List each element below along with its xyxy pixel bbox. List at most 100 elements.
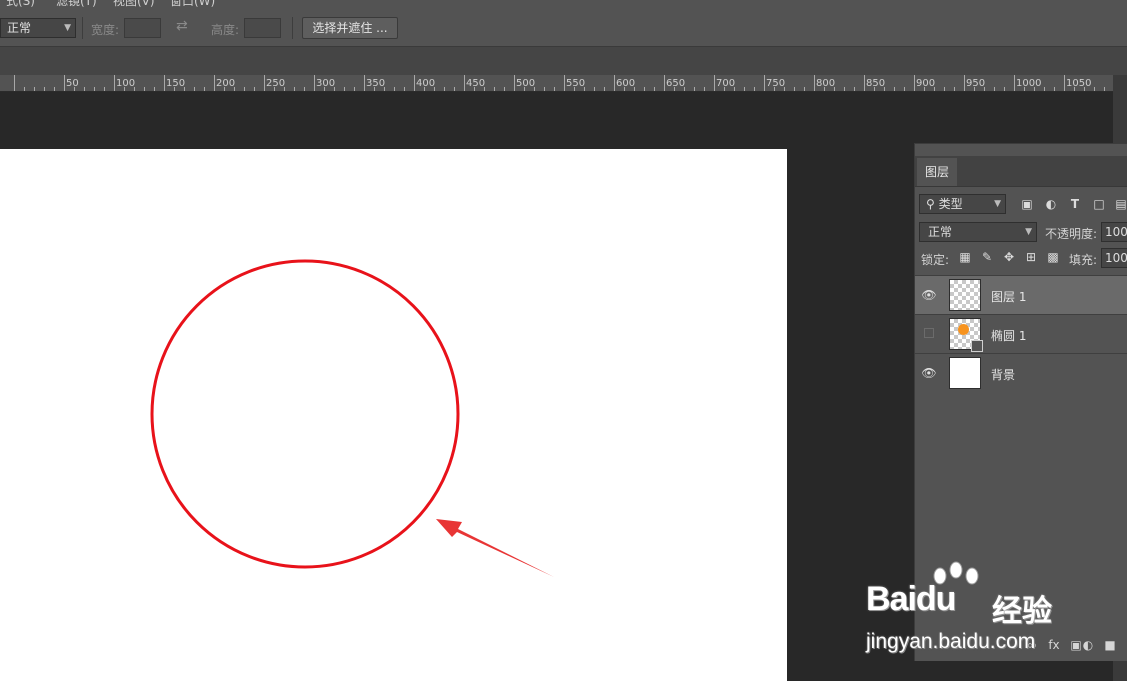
ruler-tick <box>614 75 615 91</box>
ruler-label: 250 <box>266 78 286 89</box>
ruler-tick <box>664 75 665 91</box>
ruler-label: 750 <box>766 78 786 89</box>
ruler-label: 1050 <box>1066 78 1092 89</box>
ruler-label: 400 <box>416 78 436 89</box>
ruler-label: 650 <box>666 78 686 89</box>
smart-object-filter-icon[interactable]: ▤ <box>1113 196 1127 212</box>
lock-artboard-icon[interactable]: ⊞ <box>1024 250 1038 264</box>
layer-row-background[interactable]: 👁 背景 <box>915 353 1127 392</box>
visibility-toggle-off[interactable] <box>924 328 934 338</box>
menu-item-filter[interactable]: 滤镜(T) <box>56 0 97 9</box>
ruler-tick <box>764 75 765 91</box>
divider <box>292 17 293 39</box>
filter-kind-select[interactable]: ⚲ 类型 ▼ <box>919 194 1006 214</box>
layer-name[interactable]: 椭圆 1 <box>991 327 1026 344</box>
jingyan-text: 经验 <box>992 594 1052 629</box>
menu-item-view[interactable]: 视图(V) <box>113 0 155 9</box>
layer-row-ellipse1[interactable]: 椭圆 1 <box>915 314 1127 353</box>
ruler-label: 150 <box>166 78 186 89</box>
layer-row-layer1[interactable]: 👁 图层 1 <box>915 275 1127 314</box>
ruler-tick <box>14 75 15 91</box>
ruler-tick <box>314 75 315 91</box>
ruler-label: 550 <box>566 78 586 89</box>
adjustment-layer-icon[interactable]: ◐ <box>1081 638 1095 652</box>
ruler-tick <box>894 87 895 91</box>
fill-input[interactable]: 100% <box>1101 248 1127 268</box>
ruler-tick <box>994 87 995 91</box>
ruler-tick <box>904 87 905 91</box>
ruler-tick <box>714 75 715 91</box>
shape-layer-icon <box>971 340 983 352</box>
layer-thumbnail <box>949 357 981 389</box>
ruler-tick <box>854 87 855 91</box>
layers-list: 👁 图层 1 椭圆 1 👁 背景 <box>915 275 1127 392</box>
new-group-icon[interactable]: ■ <box>1103 638 1117 652</box>
swap-icon[interactable]: ⇄ <box>176 18 188 34</box>
eye-icon[interactable]: 👁 <box>921 365 937 381</box>
ruler-tick <box>194 87 195 91</box>
height-input[interactable] <box>244 18 281 38</box>
ruler-tick <box>464 75 465 91</box>
ruler-tick <box>1094 87 1095 91</box>
layer-name[interactable]: 背景 <box>991 366 1015 383</box>
orange-circle-icon <box>958 324 969 335</box>
ruler-tick <box>254 87 255 91</box>
ruler-label: 950 <box>966 78 986 89</box>
blend-mode-select[interactable]: 正常 ▼ <box>919 222 1037 242</box>
ruler-label: 300 <box>316 78 336 89</box>
lock-transparent-icon[interactable]: ▦ <box>958 250 972 264</box>
eye-icon[interactable]: 👁 <box>921 287 937 303</box>
opacity-label: 不透明度: <box>1045 227 1098 241</box>
ruler-tick <box>594 87 595 91</box>
ruler-tick <box>544 87 545 91</box>
adjustment-filter-icon[interactable]: ◐ <box>1043 196 1059 212</box>
watermark-url: jingyan.baidu.com <box>866 630 1036 653</box>
lock-image-brush-icon[interactable]: ✎ <box>980 250 994 264</box>
ruler-tick <box>794 87 795 91</box>
ruler-tick <box>514 75 515 91</box>
tab-layers[interactable]: 图层 <box>917 158 957 186</box>
ruler-tick <box>114 75 115 91</box>
layer-thumbnail <box>949 318 983 352</box>
ruler-tick <box>504 87 505 91</box>
ruler-tick <box>294 87 295 91</box>
chevron-down-icon: ▼ <box>1025 227 1032 237</box>
ruler-tick <box>604 87 605 91</box>
menu-item-type[interactable]: 式(S) <box>6 0 35 9</box>
ruler-tick <box>404 87 405 91</box>
ruler-tick <box>1064 75 1065 91</box>
width-label: 宽度: <box>91 23 120 37</box>
ruler-tick <box>954 87 955 91</box>
ruler-label: 500 <box>516 78 536 89</box>
ruler-label: 850 <box>866 78 886 89</box>
ruler-tick <box>24 87 25 91</box>
ruler-tick <box>344 87 345 91</box>
image-filter-icon[interactable]: ▣ <box>1019 196 1035 212</box>
ruler-tick <box>144 87 145 91</box>
lock-all-icon[interactable]: ▩ <box>1046 250 1060 264</box>
shape-filter-icon[interactable]: □ <box>1091 196 1107 212</box>
ruler-tick <box>654 87 655 91</box>
fill-label: 填充: <box>1069 253 1098 267</box>
opacity-input[interactable]: 100% <box>1101 222 1127 242</box>
mode-select[interactable]: 正常 ▼ <box>0 18 76 38</box>
lock-position-move-icon[interactable]: ✥ <box>1002 250 1016 264</box>
layer-name[interactable]: 图层 1 <box>991 288 1026 305</box>
ruler-tick <box>164 75 165 91</box>
ruler-tick <box>694 87 695 91</box>
ruler-tick <box>54 87 55 91</box>
width-input[interactable] <box>124 18 161 38</box>
ruler-tick <box>244 87 245 91</box>
ruler-tick <box>444 87 445 91</box>
ruler-label: 100 <box>116 78 136 89</box>
ruler-tick <box>704 87 705 91</box>
select-and-mask-button[interactable]: 选择并遮住 ... <box>302 17 398 39</box>
ruler-tick <box>454 87 455 91</box>
ruler-tick <box>864 75 865 91</box>
ruler-tick <box>354 87 355 91</box>
document-canvas[interactable] <box>0 149 787 681</box>
ruler-tick <box>264 75 265 91</box>
menu-item-window[interactable]: 窗口(W) <box>170 0 215 9</box>
type-filter-icon[interactable]: T <box>1067 196 1083 212</box>
ruler-tick <box>364 75 365 91</box>
